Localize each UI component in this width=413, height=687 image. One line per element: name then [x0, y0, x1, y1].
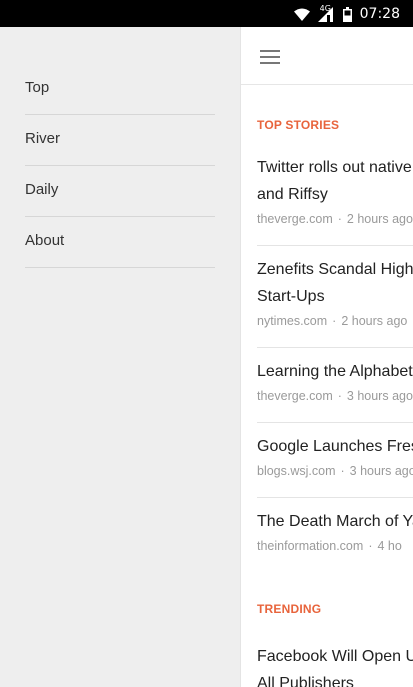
story-item[interactable]: The Death March of Ya theinformation.com… [257, 508, 413, 553]
divider [257, 245, 413, 246]
story-meta: theinformation.com · 4 ho [257, 539, 402, 553]
drawer-item-top[interactable]: Top [25, 64, 215, 115]
story-source: theinformation.com [257, 539, 364, 553]
drawer-menu: Top River Daily About [25, 64, 215, 268]
story-meta: theverge.com · 3 hours ago [257, 389, 413, 403]
status-time: 07:28 [359, 6, 400, 22]
main-content: TOP STORIES Twitter rolls out native and… [240, 27, 413, 687]
divider [257, 347, 413, 348]
signal-icon: 4G [317, 3, 333, 22]
story-title-line2: and Riffsy [257, 186, 328, 203]
story-time: 3 hours ago [346, 389, 413, 403]
story-title: Google Launches Fres [257, 438, 413, 455]
story-time: 3 hours ago [349, 464, 413, 478]
story-item[interactable]: Facebook Will Open U All Publishers [257, 643, 413, 687]
story-meta: theverge.com · 2 hours ago [257, 212, 413, 226]
hamburger-menu-icon[interactable] [260, 50, 280, 64]
navigation-drawer: Top River Daily About [0, 27, 240, 687]
battery-icon [342, 6, 352, 22]
story-source: theverge.com [257, 389, 333, 403]
network-type-label: 4G [319, 3, 331, 13]
story-title-line2: Start-Ups [257, 288, 325, 305]
status-icons: 4G 07:28 [293, 3, 400, 23]
drawer-item-river[interactable]: River [25, 115, 215, 166]
wifi-icon [293, 8, 310, 21]
story-meta: nytimes.com · 2 hours ago [257, 314, 408, 328]
status-bar: 4G 07:28 [0, 0, 413, 27]
story-time: 2 hours ago [346, 212, 413, 226]
story-time: 2 hours ago [341, 314, 408, 328]
story-item[interactable]: Google Launches Fres blogs.wsj.com · 3 hou… [257, 433, 413, 478]
divider [257, 497, 413, 498]
story-title: Zenefits Scandal Highl [257, 261, 413, 278]
screen: 4G 07:28 Top River Daily About TOP STORI… [0, 0, 413, 687]
story-item[interactable]: Learning the Alphabet theverge.com · 3 hou… [257, 358, 413, 403]
drawer-item-about[interactable]: About [25, 217, 215, 268]
story-source: theverge.com [257, 212, 333, 226]
section-title-trending: TRENDING [257, 602, 322, 616]
story-time: 4 ho [377, 539, 402, 553]
section-title-top-stories: TOP STORIES [257, 118, 340, 132]
story-title-line2: All Publishers [257, 675, 354, 687]
drawer-item-daily[interactable]: Daily [25, 166, 215, 217]
story-title: Twitter rolls out native [257, 159, 412, 176]
story-item[interactable]: Twitter rolls out native and Riffsy thev… [257, 154, 413, 226]
story-source: blogs.wsj.com [257, 464, 336, 478]
divider [257, 422, 413, 423]
story-title: The Death March of Ya [257, 513, 413, 530]
app-bar [241, 27, 413, 85]
story-item[interactable]: Zenefits Scandal Highl Start-Ups nytimes… [257, 256, 413, 328]
story-title: Learning the Alphabet [257, 363, 413, 380]
story-meta: blogs.wsj.com · 3 hours ago [257, 464, 413, 478]
story-title: Facebook Will Open U [257, 648, 413, 665]
story-source: nytimes.com [257, 314, 328, 328]
